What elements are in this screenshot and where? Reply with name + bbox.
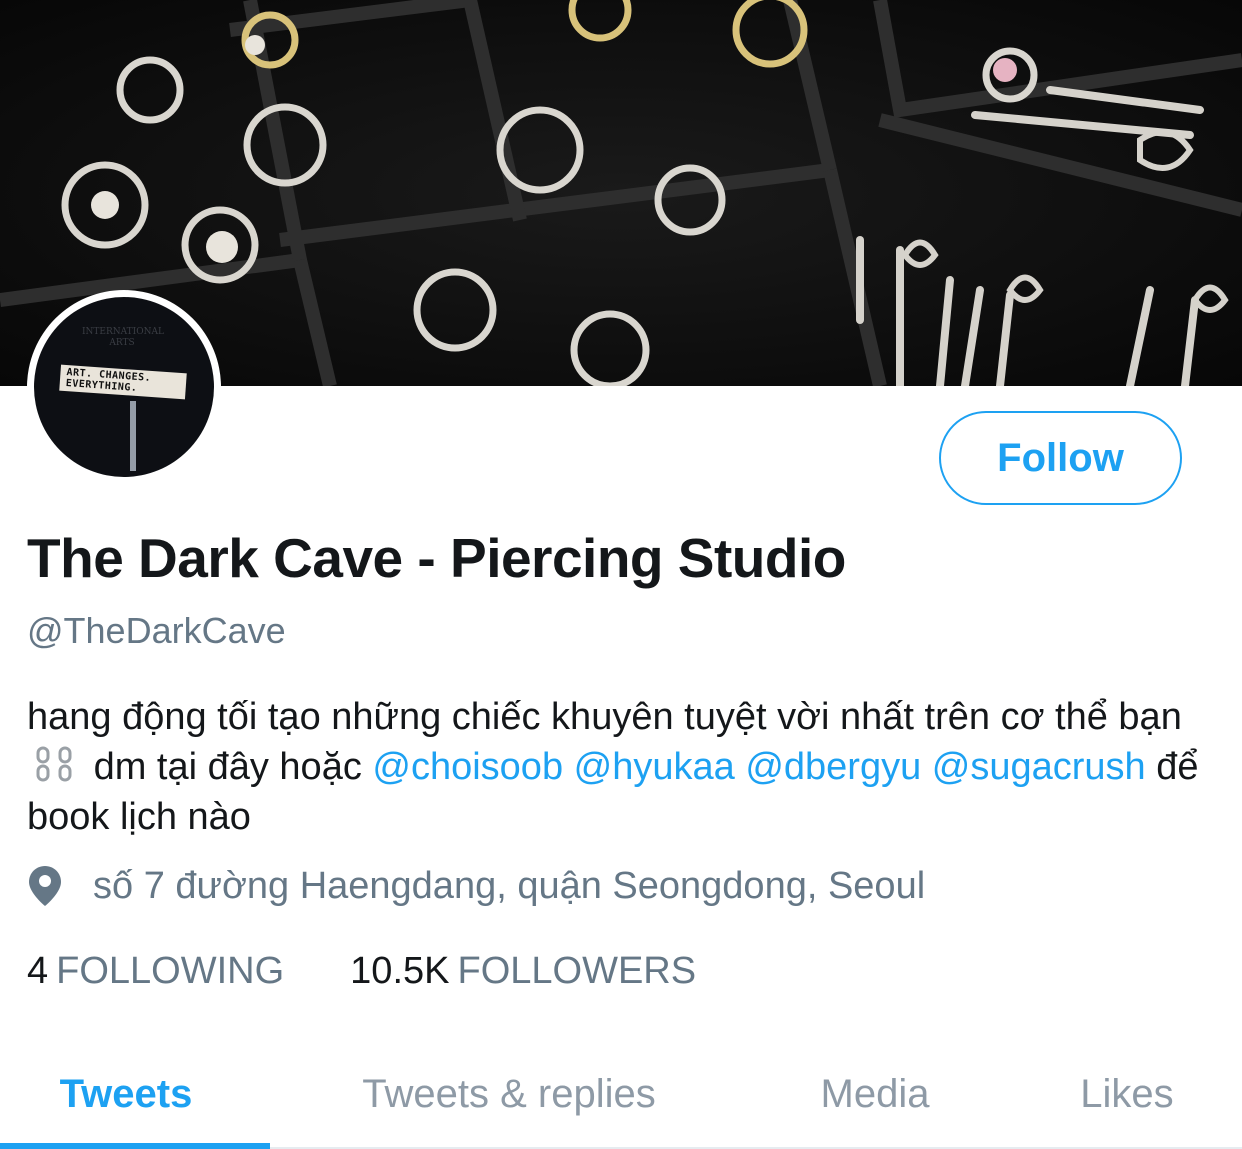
bio-text-1: hang động tối tạo những chiếc khuyên tuy… xyxy=(27,696,1182,738)
avatar-sign-top-text: INTERNATIONAL ARTS xyxy=(82,327,164,348)
avatar-sign-text: ART. CHANGES. EVERYTHING. xyxy=(59,364,187,400)
profile-stats: 4 FOLLOWING 10.5K FOLLOWERS xyxy=(27,950,696,993)
tab-tweets[interactable]: Tweets xyxy=(0,1040,252,1149)
following-stat[interactable]: 4 FOLLOWING xyxy=(27,950,284,993)
profile-bio: hang động tối tạo những chiếc khuyên tuy… xyxy=(27,692,1217,842)
tab-media[interactable]: Media xyxy=(770,1040,980,1149)
followers-label: FOLLOWERS xyxy=(457,950,697,992)
avatar-image: INTERNATIONAL ARTS ART. CHANGES. EVERYTH… xyxy=(34,297,214,477)
followers-stat[interactable]: 10.5K FOLLOWERS xyxy=(350,950,696,993)
following-label: FOLLOWING xyxy=(56,950,285,992)
profile-location: số 7 đường Haengdang, quận Seongdong, Se… xyxy=(27,864,925,908)
following-count: 4 xyxy=(27,950,49,992)
tab-tweets-replies[interactable]: Tweets & replies xyxy=(300,1040,718,1149)
mention-link[interactable]: @choisoob xyxy=(372,746,563,788)
map-pin-icon xyxy=(29,866,61,906)
bio-text-2: dm tại đây hoặc xyxy=(93,746,362,788)
mention-link[interactable]: @hyukaa xyxy=(574,746,735,788)
mention-link[interactable]: @dbergyu xyxy=(745,746,921,788)
followers-count: 10.5K xyxy=(350,950,450,992)
tab-likes[interactable]: Likes xyxy=(1030,1040,1224,1149)
profile-tabs: Tweets Tweets & replies Media Likes xyxy=(0,1040,1242,1149)
mention-link[interactable]: @sugacrush xyxy=(932,746,1146,788)
profile-handle: @TheDarkCave xyxy=(27,610,286,651)
follow-button[interactable]: Follow xyxy=(939,411,1182,505)
chain-icon xyxy=(36,746,72,782)
active-tab-indicator xyxy=(0,1143,270,1149)
location-text: số 7 đường Haengdang, quận Seongdong, Se… xyxy=(93,864,926,907)
display-name: The Dark Cave - Piercing Studio xyxy=(27,527,846,589)
avatar-light-strip xyxy=(130,401,136,471)
avatar[interactable]: INTERNATIONAL ARTS ART. CHANGES. EVERYTH… xyxy=(27,290,221,484)
